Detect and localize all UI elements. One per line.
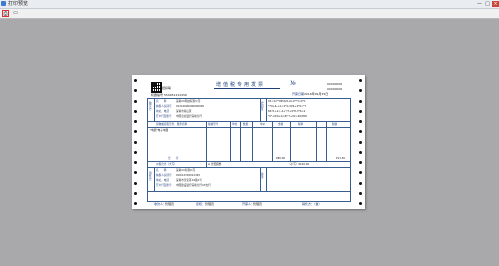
seller-bank-value: 中国建设银行深圳分行XX支行: [176, 184, 211, 187]
qr-code: [151, 82, 162, 93]
grid-line: [252, 121, 253, 161]
cipher-line: *0*+8/6+0<8/*7+02<46/958: [268, 115, 307, 118]
grid-line: [260, 167, 261, 191]
grid-line: [266, 99, 267, 121]
drawer-value: 管理员: [253, 202, 263, 206]
total-amount: ¥80.00: [276, 157, 286, 160]
grid-line: [154, 99, 155, 121]
grid-line: [148, 121, 350, 122]
column-header: 数量: [243, 123, 249, 126]
maximize-button[interactable]: □: [484, 1, 491, 7]
column-header: 单位: [232, 123, 238, 126]
cipher-line: 8471+2<-4+*/7+9*8-3*6<2: [268, 110, 306, 113]
buyer-name-value: 深圳XX科技有限公司: [176, 100, 201, 103]
grid-line: [240, 121, 241, 161]
minimize-button[interactable]: —: [476, 1, 483, 7]
buyer-bank-label: 开户行及账号: [156, 115, 172, 118]
grid-line: [148, 161, 350, 162]
column-header: 货物或应税劳务、服务名称: [156, 123, 188, 126]
buyer-bank-value: 中国农业银行深圳分行: [176, 115, 202, 118]
column-header: 规格型号: [208, 123, 219, 126]
copy-label: 抵扣联: [162, 86, 172, 90]
invoice-title: 增值税专用发票: [216, 82, 266, 88]
grid-line: [206, 161, 207, 167]
grid-line: [148, 167, 350, 168]
seller-bank-label: 开户行及账号: [156, 184, 172, 187]
seller-addr-value: 深圳市宝安区XX路1号: [176, 179, 202, 182]
item-name: *电器*电子电器: [150, 129, 169, 132]
total-tax: ¥11.50: [336, 157, 346, 160]
tax-total-label: 价税合计（大写）: [156, 163, 177, 166]
cipher-label: 密码区: [261, 102, 264, 111]
tax-total-small: （小写）¥100.00: [288, 163, 310, 166]
print-icon[interactable]: ⎙: [2, 10, 9, 17]
grid-line: [206, 121, 207, 161]
column-header: 税额: [332, 123, 338, 126]
cipher-line: *79+6-+2<4*4<8/9+4*6<*7: [268, 105, 307, 108]
seller-sign-label: 销售方：（章）: [302, 202, 322, 206]
buyer-tax-value: 91310000000000000: [176, 105, 205, 108]
total-label: 合 计: [168, 157, 179, 160]
invoice-number: 00000000: [327, 82, 343, 86]
close-button[interactable]: ×: [492, 1, 499, 7]
seller-addr-label: 地址、电话: [156, 179, 169, 182]
tractor-holes-right: [359, 79, 363, 205]
seller-side-label: 销售方: [149, 172, 152, 181]
grid-line: [316, 121, 317, 161]
invoice-page: 机器编号 559951212456 抵扣联 增值税专用发票 № 00000000…: [132, 75, 365, 209]
date-value: 2016年09月25日: [304, 92, 329, 96]
column-header: 单价: [260, 123, 266, 126]
title-underline: [214, 88, 280, 89]
cipher-line: 03<2/7*0654/9+6-0**3<9*1: [268, 100, 306, 103]
grid-line: [148, 127, 350, 128]
grid-line: [326, 121, 327, 161]
grid-line: [266, 167, 267, 191]
page-setup-icon[interactable]: ▭: [12, 10, 19, 17]
tax-total-upper: ⊗ 壹佰圆整: [208, 163, 222, 166]
app-icon: [1, 1, 6, 6]
remarks-label: 备注: [261, 173, 264, 179]
column-header: 税率: [298, 123, 304, 126]
buyer-tax-label: 纳税人识别号: [156, 105, 172, 108]
seller-name-label: 名 称: [156, 169, 167, 172]
column-header: 金额: [278, 123, 284, 126]
buyer-addr-label: 地址、电话: [156, 110, 169, 113]
seller-tax-value: 91W12345012345: [176, 174, 201, 177]
grid-line: [272, 121, 273, 161]
seller-name-value: 深圳XX有限公司: [176, 169, 196, 172]
seller-tax-label: 纳税人识别号: [156, 174, 172, 177]
tractor-holes-left: [134, 79, 138, 205]
window-titlebar: 打印预览 — □ ×: [0, 0, 499, 9]
reviewer-label: 复核：: [196, 202, 206, 206]
toolbar: ⎙ ▭: [0, 9, 499, 19]
grid-line: [290, 121, 291, 161]
grid-line: [230, 121, 231, 161]
machine-no-label: 机器编号: [151, 93, 164, 97]
window-title: 打印预览: [8, 1, 29, 7]
grid-line: [154, 167, 155, 191]
buyer-name-label: 名 称: [156, 100, 167, 103]
date-label: 开票日期: [292, 92, 305, 96]
grid-line: [148, 191, 350, 192]
buyer-side-label: 购买方: [149, 102, 152, 111]
payee-value: 管理员: [165, 202, 175, 206]
number-symbol: №: [290, 80, 296, 87]
buyer-addr-value: 深圳市南山区: [176, 110, 192, 113]
invoice-code: 00000000: [327, 87, 343, 91]
invoice-grid: 购买方 名 称 深圳XX科技有限公司 纳税人识别号 91310000000000…: [147, 98, 351, 202]
machine-no-value: 559951212456: [164, 93, 187, 97]
reviewer-value: 管理员: [205, 202, 215, 206]
